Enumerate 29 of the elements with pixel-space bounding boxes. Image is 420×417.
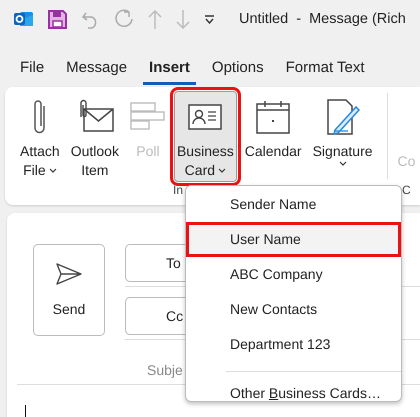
poll-bars-icon — [130, 102, 166, 132]
ribbon-button[interactable]: Attach File — [17, 91, 63, 182]
group-label: In — [173, 183, 184, 197]
outlook-logo-icon — [14, 10, 34, 28]
redo-icon[interactable] — [114, 9, 134, 29]
send-icon — [56, 263, 82, 285]
menu-item[interactable]: Other Business Cards… — [186, 376, 401, 411]
menu-item[interactable]: Sender Name — [186, 187, 401, 222]
contact-card-icon — [188, 104, 222, 130]
paperclip-icon — [32, 98, 48, 136]
up-arrow-icon[interactable] — [148, 10, 162, 28]
ribbon-button[interactable]: Calendar — [242, 91, 305, 182]
down-arrow-icon[interactable] — [176, 10, 190, 28]
subject-label: Subje — [147, 362, 184, 378]
ribbon-tab[interactable]: Options — [206, 59, 270, 85]
window-title: Untitled - Message (Rich — [239, 11, 406, 27]
text-cursor — [25, 405, 26, 417]
ribbon-button[interactable]: Signature — [310, 91, 376, 182]
menu-item[interactable]: User Name — [186, 222, 401, 257]
ribbon-button[interactable]: Outlook Item — [68, 91, 122, 182]
ribbon-tab[interactable]: Message — [60, 59, 134, 85]
send-button[interactable]: Send — [33, 244, 105, 336]
customize-menu-icon[interactable] — [204, 14, 215, 24]
ribbon-tab[interactable]: Format Text — [280, 59, 371, 85]
save-icon[interactable] — [48, 10, 67, 28]
group-label: C — [402, 183, 411, 197]
document-with-pen-icon — [326, 99, 360, 135]
ribbon-tab[interactable]: File — [14, 59, 50, 85]
calendar-icon — [256, 100, 290, 134]
